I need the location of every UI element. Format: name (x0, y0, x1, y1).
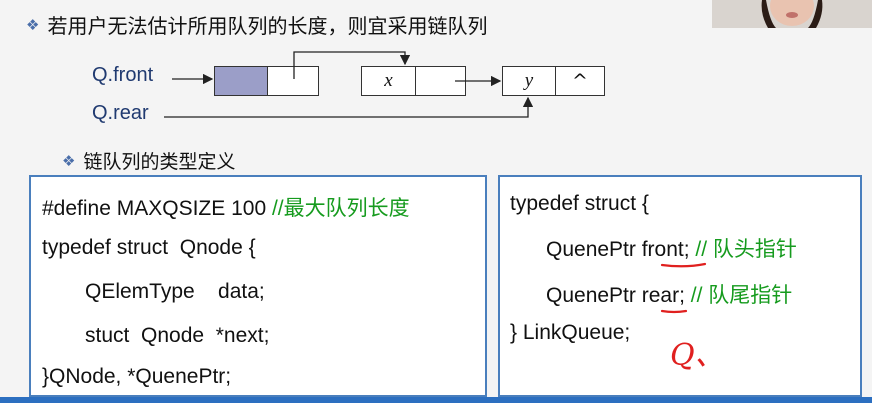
handwritten-q-note: Q、 (670, 338, 725, 373)
taskbar-strip (0, 397, 872, 403)
presenter-video (712, 0, 872, 28)
underline-front (660, 262, 707, 268)
handwritten-annotations (660, 262, 707, 314)
webcam-overlay (712, 0, 872, 28)
underline-rear (660, 309, 688, 314)
